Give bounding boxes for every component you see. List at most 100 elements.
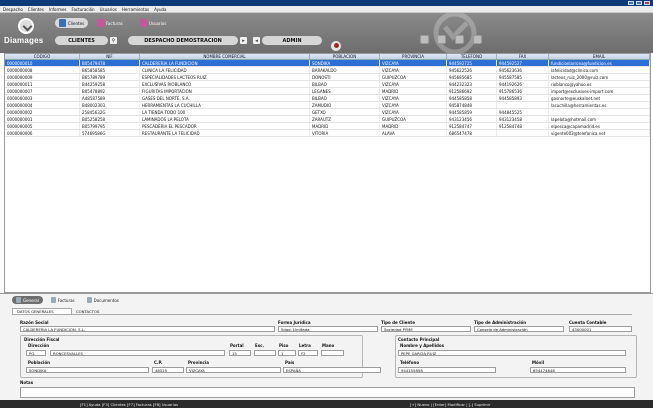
tab-facturas-detail[interactable]: Facturas xyxy=(47,296,79,304)
poblacion-field[interactable]: SONDIKA xyxy=(26,367,149,373)
close-icon[interactable] xyxy=(644,1,650,5)
label-pais: País xyxy=(285,360,295,365)
menu-bar: Despacho Clientes Informes Facturación U… xyxy=(0,6,653,13)
table-row[interactable]: 0000000009 B65789789 ESPECIALIDADES LACTEO… xyxy=(5,74,650,81)
label-esc: Esc. xyxy=(255,343,265,348)
cuenta-contable-field[interactable]: 43000001 xyxy=(569,326,632,332)
table-cell: B48002303 xyxy=(80,102,140,108)
table-cell: elpesca@capamadrid.es xyxy=(549,123,650,129)
table-cell: 943123456 xyxy=(447,116,497,122)
table-cell: HERRAMIENTAS LA CUCHILLA xyxy=(140,102,310,108)
notas-field[interactable] xyxy=(20,387,635,398)
table-cell: 944585858 xyxy=(447,95,497,101)
menu-clientes[interactable]: Clientes xyxy=(28,7,44,12)
letra-field[interactable]: F2 xyxy=(298,350,318,356)
tab-clientes[interactable]: Clientes xyxy=(55,18,89,28)
menu-usuarios[interactable]: Usuarios xyxy=(100,7,117,12)
provincia-select[interactable]: VIZCAYA xyxy=(186,367,281,373)
column-header[interactable]: NIF xyxy=(80,54,140,59)
table-row[interactable]: 0000000007 B05478892 FIGURITAS IMPORTACION… xyxy=(5,88,650,95)
users-icon xyxy=(140,19,147,27)
mail-icon[interactable] xyxy=(455,35,464,44)
settings-icon[interactable] xyxy=(420,35,429,44)
table-cell: lacteos_ruiz_2000@ruiz.com xyxy=(549,74,650,80)
table-row[interactable]: 0000000004 B48002303 HERRAMIENTAS LA CUCHI… xyxy=(5,102,650,109)
label-movil: Móvil xyxy=(532,360,545,365)
via-select[interactable]: PQ. xyxy=(26,350,46,356)
clients-icon xyxy=(59,19,66,27)
tab-general[interactable]: General xyxy=(12,296,43,304)
table-cell: 945685685 xyxy=(447,74,497,80)
arrow-left-icon[interactable]: ◂ xyxy=(253,37,260,44)
column-header[interactable]: TELEFONO xyxy=(447,54,497,59)
column-header[interactable]: EMAIL xyxy=(549,54,650,59)
subtab-contactos[interactable]: CONTACTOS xyxy=(72,308,132,314)
label-nombre-apellidos: Nombre y Apellidos xyxy=(400,343,444,348)
table-cell: lafelicidad@clinica.com xyxy=(549,67,650,73)
table-cell: 0000000006 xyxy=(5,130,80,136)
table-row[interactable]: 0000000008 B65858585 CLINICA LA FELICIDAD B… xyxy=(5,67,650,74)
table-cell: B65789789 xyxy=(80,74,140,80)
app-header: Diamages Clientes Facturas Usuarios CLIE… xyxy=(0,13,653,53)
minimize-icon[interactable] xyxy=(628,1,634,5)
table-cell: GUIPUZCOA xyxy=(380,74,447,80)
mano-field[interactable] xyxy=(321,350,344,356)
tab-facturas[interactable]: Facturas xyxy=(93,18,127,28)
nombre-apellidos-field[interactable]: PEPE GARCIA RUIZ xyxy=(398,350,626,356)
detail-panel: General Facturas Documentos DATOS GENERA… xyxy=(0,293,653,400)
table-row[interactable]: 0000000006 57469586G RESTAURANTE LA FELICI… xyxy=(5,130,650,137)
table-cell: B05258258 xyxy=(80,116,140,122)
forma-juridica-select[interactable]: Sdad. Limitada xyxy=(278,326,378,332)
table-row[interactable]: 0000000001 B05258258 LAMINADOS LA PELOTA ZA… xyxy=(5,116,650,123)
piso-field[interactable]: 1 xyxy=(278,350,296,356)
table-row[interactable]: 0000000010 B05479478 CALDERERIA LA FUNDICI… xyxy=(5,60,650,67)
esc-field[interactable] xyxy=(254,350,276,356)
column-header[interactable]: PROVINCIA xyxy=(380,54,447,59)
status-shortcuts-left: [F1] Ayuda [F3] Clientes [F7] Facturas [… xyxy=(80,401,179,407)
tab-documentos[interactable]: Documentos xyxy=(83,296,123,304)
table-cell: B05479478 xyxy=(80,60,140,66)
app-logo: Diamages xyxy=(4,15,50,50)
menu-herramientas[interactable]: Herramientas xyxy=(122,7,149,12)
maximize-icon[interactable] xyxy=(636,1,642,5)
razon-social-field[interactable]: CALDERERIA LA FUNDICION, S.L. xyxy=(20,326,275,332)
search-icon[interactable]: ⚲ xyxy=(110,37,117,44)
column-header[interactable]: NOMBRE COMERCIAL xyxy=(140,54,310,59)
table-cell: BILBAO xyxy=(310,81,380,87)
cp-field[interactable]: 48525 xyxy=(152,367,184,373)
telefono-field[interactable]: 944155858 xyxy=(398,367,496,373)
label-notas: Notas xyxy=(20,380,34,385)
user-icon[interactable] xyxy=(330,40,342,52)
label-provincia: Provincia xyxy=(188,360,209,365)
menu-informes[interactable]: Informes xyxy=(49,7,67,12)
table-cell: DONOSTI xyxy=(310,74,380,80)
pais-select[interactable]: ESPAÑA xyxy=(283,367,381,373)
tipo-admin-select[interactable]: Consejo de Administración xyxy=(474,326,564,332)
menu-despacho[interactable]: Despacho xyxy=(3,7,23,12)
clipboard-icon[interactable] xyxy=(473,35,482,44)
portal-field[interactable]: 15 xyxy=(229,350,251,356)
tipo-cliente-select[interactable]: Sociedad PYME xyxy=(381,326,471,332)
table-row[interactable]: 0000000003 A48587589 GASES DEL NORTE, S.A.… xyxy=(5,95,650,102)
table-cell: SONDIKA xyxy=(310,60,380,66)
table-row[interactable]: 0000000002 25845632G LA TIENDA TODO 100 GET… xyxy=(5,109,650,116)
watermark-logo xyxy=(433,13,477,53)
column-header[interactable]: POBLACION xyxy=(310,54,380,59)
table-row[interactable]: 0000000011 B44259258 EXCLUSIVAS RIOBLANCO B… xyxy=(5,81,650,88)
menu-ayuda[interactable]: Ayuda xyxy=(154,7,166,12)
table-row[interactable]: 0000000005 B05799795 PESCADERIA EL PESCADO… xyxy=(5,123,650,130)
check-icon[interactable] xyxy=(437,35,446,44)
tab-label: Facturas xyxy=(106,20,123,26)
arrow-right-icon[interactable]: ▸ xyxy=(240,37,247,44)
column-header[interactable]: FAX xyxy=(497,54,549,59)
tab-usuarios[interactable]: Usuarios xyxy=(136,18,170,28)
label-portal: Portal xyxy=(230,343,244,348)
movil-field[interactable]: 654474848 xyxy=(530,367,626,373)
column-header[interactable]: CODIGO xyxy=(5,54,80,59)
menu-facturacion[interactable]: Facturación xyxy=(72,7,95,12)
direccion-field[interactable]: RONCESVALLES xyxy=(50,350,225,356)
table-cell: 912586692 xyxy=(447,88,497,94)
subtab-datos-generales[interactable]: DATOS GENERALES xyxy=(12,308,72,314)
table-cell: 25845632G xyxy=(80,109,140,115)
table-cell: 943123458 xyxy=(497,116,549,122)
